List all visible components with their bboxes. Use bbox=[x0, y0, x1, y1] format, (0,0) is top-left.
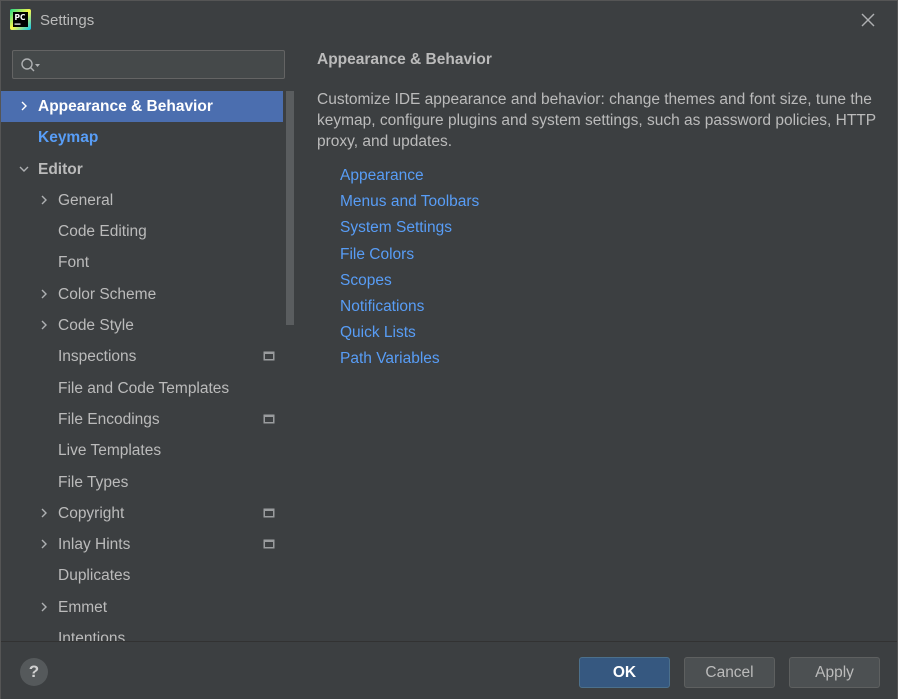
sidebar-item-inlay-hints[interactable]: Inlay Hints bbox=[1, 529, 283, 560]
subpage-links: Appearance Menus and Toolbars System Setti… bbox=[340, 165, 479, 375]
sidebar-item-label: Keymap bbox=[38, 129, 99, 147]
link-system-settings[interactable]: System Settings bbox=[340, 217, 479, 243]
sidebar-item-label: Emmet bbox=[58, 598, 108, 616]
chevron-right-icon[interactable] bbox=[39, 602, 49, 612]
sidebar-item-live-templates[interactable]: Live Templates bbox=[1, 435, 283, 466]
sidebar-item-label: Inlay Hints bbox=[58, 536, 131, 554]
sidebar-item-label: Duplicates bbox=[58, 567, 131, 585]
sidebar-item-code-editing[interactable]: Code Editing bbox=[1, 216, 283, 247]
sidebar-item-emmet[interactable]: Emmet bbox=[1, 592, 283, 623]
ok-button[interactable]: OK bbox=[579, 657, 670, 688]
chevron-right-icon[interactable] bbox=[39, 320, 49, 330]
sidebar-item-duplicates[interactable]: Duplicates bbox=[1, 560, 283, 591]
sidebar-item-font[interactable]: Font bbox=[1, 247, 283, 278]
project-level-icon bbox=[263, 351, 275, 361]
sidebar-item-label: File Encodings bbox=[58, 410, 160, 428]
link-appearance[interactable]: Appearance bbox=[340, 165, 479, 191]
window-title: Settings bbox=[40, 12, 95, 29]
sidebar-item-label: Inspections bbox=[58, 348, 137, 366]
pycharm-app-icon: PC bbox=[10, 9, 31, 30]
search-icon[interactable] bbox=[20, 57, 42, 73]
sidebar-item-label: Color Scheme bbox=[58, 285, 157, 303]
sidebar-item-label: File Types bbox=[58, 473, 129, 491]
sidebar-item-appearance-behavior[interactable]: Appearance & Behavior bbox=[1, 91, 283, 123]
search-input[interactable] bbox=[47, 54, 277, 76]
page-description: Customize IDE appearance and behavior: c… bbox=[317, 91, 876, 150]
sidebar-item-label: File and Code Templates bbox=[58, 379, 230, 397]
chevron-right-icon[interactable] bbox=[39, 195, 49, 205]
project-level-icon bbox=[263, 539, 275, 549]
sidebar-item-label: Font bbox=[58, 254, 90, 272]
close-icon[interactable] bbox=[855, 7, 881, 33]
sidebar-item-file-and-code-templates[interactable]: File and Code Templates bbox=[1, 373, 283, 404]
title-bar: PC Settings bbox=[1, 1, 897, 39]
chevron-right-icon[interactable] bbox=[39, 289, 49, 299]
cancel-button[interactable]: Cancel bbox=[684, 657, 775, 688]
sidebar-item-inspections[interactable]: Inspections bbox=[1, 341, 283, 372]
link-menus-and-toolbars[interactable]: Menus and Toolbars bbox=[340, 191, 479, 217]
sidebar-item-editor[interactable]: Editor bbox=[1, 154, 283, 185]
app-icon-text: PC bbox=[15, 13, 26, 22]
project-level-icon bbox=[263, 414, 275, 424]
sidebar-item-code-style[interactable]: Code Style bbox=[1, 310, 283, 341]
settings-dialog: PC Settings Appearance & Behavior Keymap E… bbox=[0, 0, 898, 699]
chevron-down-icon[interactable] bbox=[19, 164, 29, 174]
settings-tree: Appearance & Behavior Keymap Editor General… bbox=[1, 91, 283, 641]
sidebar-item-general[interactable]: General bbox=[1, 185, 283, 216]
sidebar-item-color-scheme[interactable]: Color Scheme bbox=[1, 279, 283, 310]
link-scopes[interactable]: Scopes bbox=[340, 270, 479, 296]
sidebar-item-label: General bbox=[58, 191, 114, 209]
scrollbar-thumb[interactable] bbox=[286, 91, 294, 325]
sidebar-item-label: Code Style bbox=[58, 317, 134, 335]
sidebar-item-file-types[interactable]: File Types bbox=[1, 467, 283, 498]
settings-content: Appearance & Behavior Customize IDE appe… bbox=[296, 39, 897, 641]
link-notifications[interactable]: Notifications bbox=[340, 296, 479, 322]
help-button[interactable]: ? bbox=[20, 658, 48, 686]
sidebar-item-file-encodings[interactable]: File Encodings bbox=[1, 404, 283, 435]
page-title: Appearance & Behavior bbox=[317, 51, 492, 68]
chevron-right-icon[interactable] bbox=[19, 101, 29, 111]
sidebar-item-label: Live Templates bbox=[58, 442, 162, 460]
sidebar-scrollbar[interactable] bbox=[285, 91, 295, 641]
dialog-footer: ? OK Cancel Apply bbox=[1, 641, 897, 699]
sidebar-item-intentions[interactable]: Intentions bbox=[1, 623, 283, 641]
sidebar-item-copyright[interactable]: Copyright bbox=[1, 498, 283, 529]
sidebar-item-label: Code Editing bbox=[58, 223, 147, 241]
sidebar-item-label: Appearance & Behavior bbox=[38, 98, 213, 115]
project-level-icon bbox=[263, 508, 275, 518]
link-file-colors[interactable]: File Colors bbox=[340, 244, 479, 270]
apply-button[interactable]: Apply bbox=[789, 657, 880, 688]
sidebar-item-keymap[interactable]: Keymap bbox=[1, 122, 283, 153]
sidebar-item-label: Copyright bbox=[58, 504, 125, 522]
link-quick-lists[interactable]: Quick Lists bbox=[340, 322, 479, 348]
settings-sidebar: Appearance & Behavior Keymap Editor General… bbox=[1, 39, 295, 641]
chevron-right-icon[interactable] bbox=[39, 539, 49, 549]
sidebar-item-label: Intentions bbox=[58, 630, 126, 641]
link-path-variables[interactable]: Path Variables bbox=[340, 348, 479, 374]
chevron-right-icon[interactable] bbox=[39, 508, 49, 518]
sidebar-item-label: Editor bbox=[38, 160, 83, 178]
search-box[interactable] bbox=[12, 50, 285, 79]
